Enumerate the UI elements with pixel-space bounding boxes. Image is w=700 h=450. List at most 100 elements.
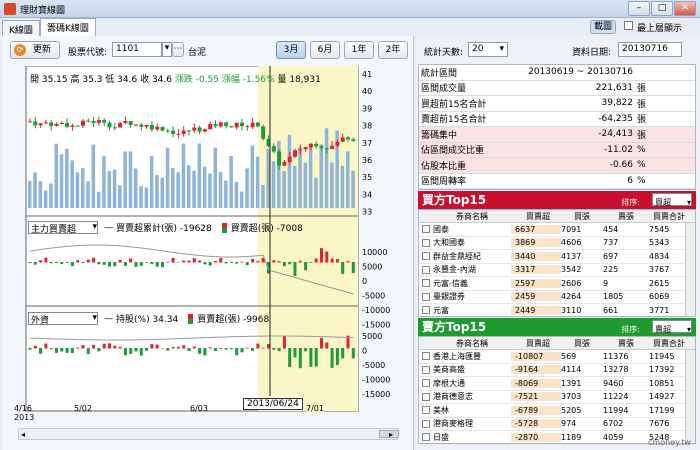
scroll-right-icon[interactable]: ▸ (389, 430, 393, 439)
table-row[interactable]: 群益金鼎經紀 3440 4137 697 4834 (419, 250, 695, 264)
panel3-indicator-select[interactable]: 外資 ▾ (28, 312, 98, 326)
tab-kline[interactable]: K線圖 (2, 20, 40, 36)
candle-body (43, 122, 48, 124)
table-row[interactable]: 美林 -6789 5205 11994 17199 (419, 404, 695, 418)
column-header[interactable]: 買賣超 (511, 211, 561, 222)
sell-sort-select[interactable]: 賣超 ▾ (652, 320, 692, 334)
minimize-button[interactable]: – (628, 1, 650, 16)
price-axis-label: 41 (362, 70, 372, 79)
stats-label: 籌碼集中 (421, 130, 458, 141)
range-3m-button[interactable]: 3月 (276, 41, 306, 59)
row-checkbox[interactable] (422, 352, 430, 361)
column-header[interactable]: 賣張 (603, 338, 649, 349)
table-cell: 974 (561, 419, 577, 429)
panel2-indicator-select[interactable]: 主力買賣超 ▾ (28, 221, 98, 235)
candle-body (224, 122, 229, 127)
price-axis-label: 38 (362, 122, 372, 131)
topmost-checkbox[interactable] (624, 21, 633, 30)
table-row[interactable]: 香港上海匯豐 -10807 569 11376 11945 (419, 350, 695, 364)
table-row[interactable]: 永豐金-內湖 3317 3542 225 3767 (419, 264, 695, 277)
low-price: 低 34.6 (105, 75, 138, 85)
range-2y-button[interactable]: 2年 (378, 41, 408, 59)
column-header[interactable]: 賣張 (603, 211, 649, 222)
maximize-button[interactable]: □ (651, 1, 673, 16)
table-row[interactable]: 摩根大通 -8069 1391 9460 10851 (419, 377, 695, 391)
foreign-net-bar (314, 348, 318, 367)
table-cell: 3440 (511, 251, 561, 261)
table-row[interactable]: 臺銀證券 2459 4264 1805 6069 (419, 291, 695, 304)
price-axis-label: 37 (362, 139, 372, 148)
chart-scrollbar[interactable]: ◂ ▸ (18, 428, 399, 440)
row-checkbox[interactable] (422, 252, 430, 261)
foreign-net-bar (60, 348, 64, 352)
table-row[interactable]: 港商麥格理 -5728 974 6702 7676 (419, 418, 695, 431)
column-header[interactable]: 買張 (561, 338, 603, 349)
close-price: 收 34.6 (140, 75, 172, 85)
refresh-button[interactable]: ⟳ 更新 (10, 41, 60, 59)
row-checkbox[interactable] (422, 225, 430, 234)
volume-bar (54, 143, 58, 208)
volume-bar (49, 183, 53, 208)
foreign-net-bar (65, 348, 69, 353)
table-scrollbar[interactable] (685, 223, 695, 316)
net-buy-bar (288, 262, 292, 265)
table-row[interactable]: 元富 2449 3110 661 3771 (419, 304, 695, 318)
row-checkbox[interactable] (422, 406, 430, 415)
stock-code-dropdown[interactable]: ▾ (162, 42, 172, 57)
net-buy-bar (134, 262, 138, 267)
column-header[interactable]: 買賣合計 (649, 211, 689, 222)
row-checkbox[interactable] (422, 292, 430, 301)
column-header[interactable]: 券商名稱 (433, 211, 511, 222)
column-header[interactable]: 買賣超 (511, 338, 561, 349)
range-1y-button[interactable]: 1年 (344, 41, 374, 59)
volume-bar (112, 169, 117, 208)
table-row[interactable]: 元富-信義 2597 2606 9 2615 (419, 277, 695, 291)
table-row[interactable]: 大和國泰 3869 4606 737 5343 (419, 237, 695, 250)
tab-chip-kline[interactable]: 籌碼K線圖 (40, 18, 96, 36)
buy-sort-select[interactable]: 買超 ▾ (652, 193, 692, 207)
load-chart-button[interactable]: 載圖 (590, 20, 616, 34)
volume-bar (287, 134, 292, 208)
candle-body (308, 143, 313, 148)
buy-top-header: 買方Top15 排序: 買超 ▾ (418, 191, 696, 209)
row-checkbox[interactable] (422, 279, 430, 288)
stock-more-button[interactable]: ⋯ (172, 42, 184, 57)
row-checkbox[interactable] (422, 392, 430, 401)
row-checkbox[interactable] (422, 306, 430, 315)
scroll-left-icon[interactable]: ◂ (21, 430, 25, 439)
column-header[interactable]: 券商名稱 (433, 338, 511, 349)
row-checkbox[interactable] (422, 365, 430, 374)
table-row[interactable]: 國泰 6637 7091 454 7545 (419, 223, 695, 237)
stat-period-highlight (258, 66, 358, 411)
table-row[interactable]: 美商高盛 -9164 4114 13278 17392 (419, 364, 695, 377)
table-cell: 13278 (603, 365, 629, 375)
days-select[interactable]: 20 ▾ (468, 42, 508, 57)
table-cell: 2606 (561, 278, 582, 288)
stock-code-input[interactable]: 1101 (112, 42, 162, 57)
volume-bar (229, 155, 233, 208)
foreign-net-bar (335, 348, 339, 365)
table-cell: 6069 (649, 292, 670, 302)
foreign-net-bar (298, 348, 302, 369)
volume-bar (33, 172, 37, 208)
row-checkbox[interactable] (422, 379, 430, 388)
row-checkbox[interactable] (422, 265, 430, 274)
data-date-input[interactable]: 20130716 (618, 42, 682, 57)
volume-bar (59, 154, 64, 208)
range-6m-button[interactable]: 6月 (310, 41, 340, 59)
table-cell: 14927 (649, 392, 675, 402)
column-header[interactable]: 買張 (561, 211, 603, 222)
column-header[interactable]: 買賣合計 (649, 338, 689, 349)
table-scrollbar[interactable] (685, 350, 695, 443)
candle-body (155, 126, 160, 130)
chip-kline-chart[interactable]: 41 40 39 38 37 36 35 34 33 10000 5000 0 -5000 -10000 -… (14, 66, 398, 440)
row-checkbox[interactable] (422, 238, 430, 247)
foreign-axis-label: 5000 (362, 332, 382, 341)
panel3-bar-legend: 買賣超(張) -9968 (197, 315, 270, 325)
row-checkbox[interactable] (422, 419, 430, 428)
row-checkbox[interactable] (422, 433, 430, 442)
net-buy-bar (92, 257, 96, 263)
close-button[interactable]: ✕ (674, 1, 696, 16)
table-row[interactable]: 港商德意志 -7521 3703 11224 14927 (419, 391, 695, 404)
volume-bar (308, 144, 313, 208)
